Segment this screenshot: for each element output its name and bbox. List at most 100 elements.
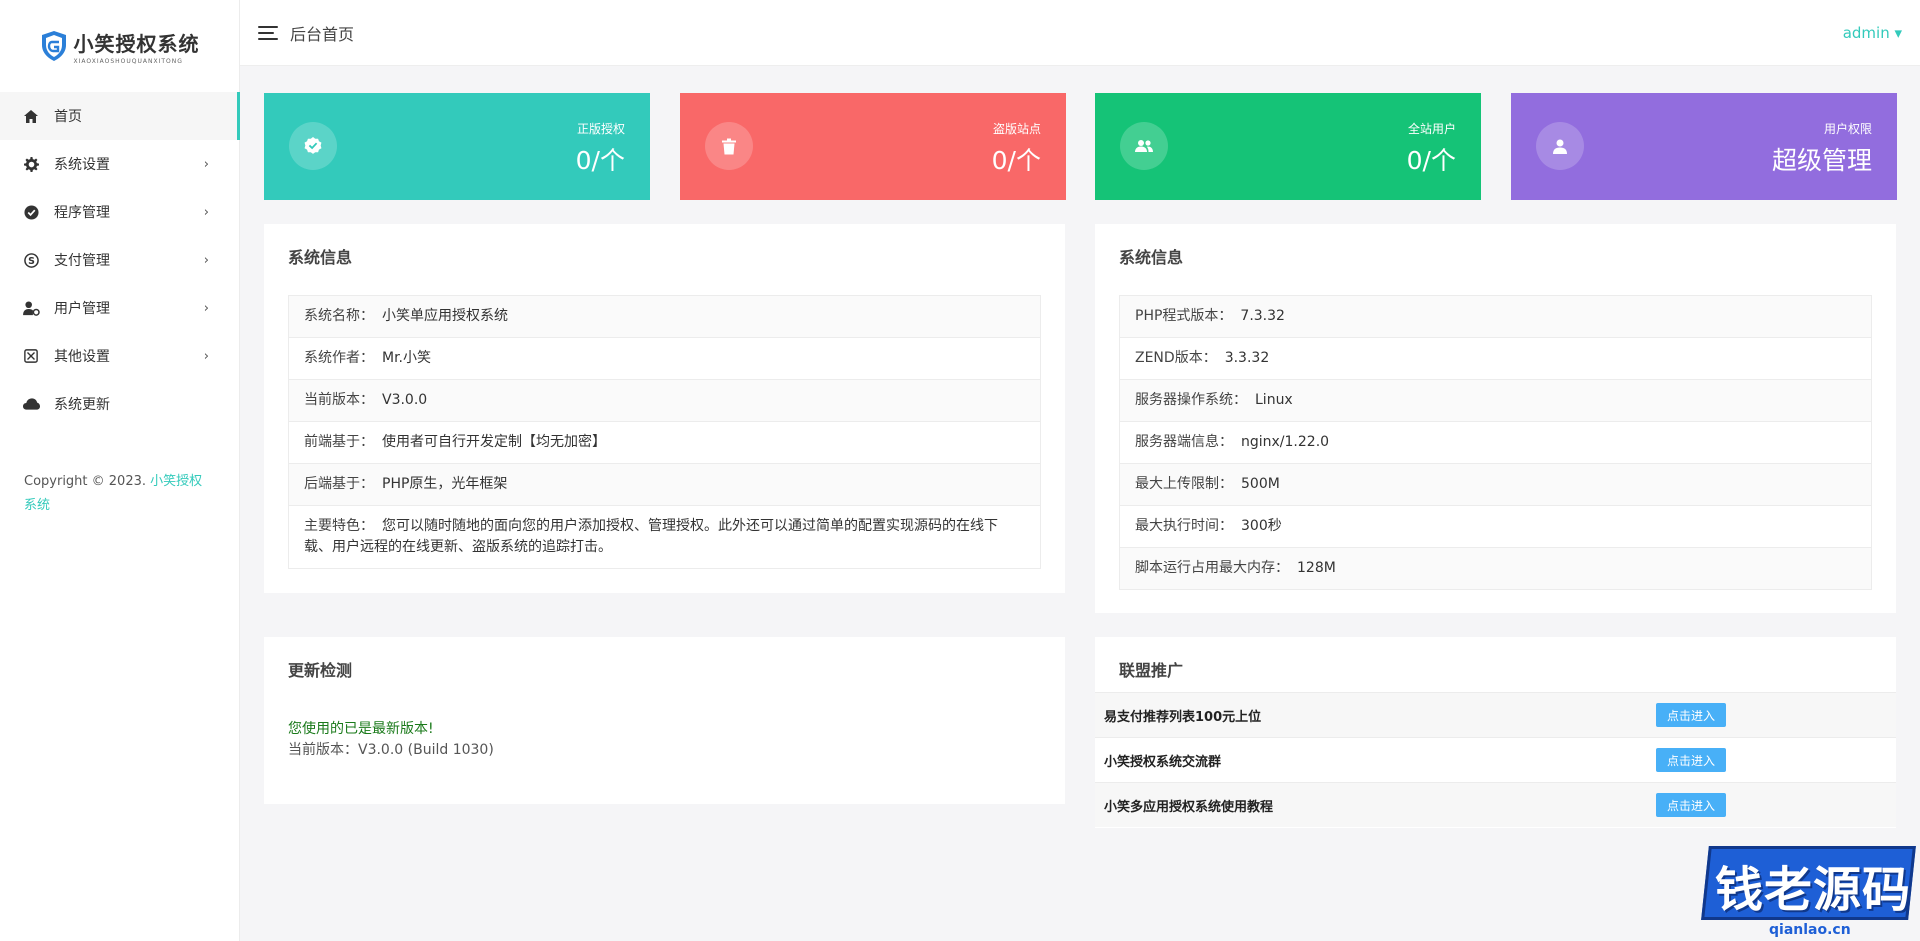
current-version-text: 当前版本：V3.0.0 (Build 1030)	[288, 742, 494, 758]
table-row: 前端基于： 使用者可自行开发定制【均无加密】	[289, 422, 1040, 464]
logo-subtitle: XIAOXIAOSHOUQUANXITONG	[73, 57, 183, 65]
panel-title: 更新检测	[288, 661, 353, 680]
server-info-panel: 系统信息 PHP程式版本： 7.3.32 ZEND版本： 3.3.32 服务器操作系…	[1095, 224, 1896, 613]
table-row: 系统名称： 小笑单应用授权系统	[289, 296, 1040, 338]
row-key: 前端基于：	[304, 434, 374, 450]
sidebar-nav: 首页 系统设置 › 程序管理 › S 支付管理 › 用户管理 › 其他设置 › …	[0, 92, 240, 428]
stat-value: 超级管理	[1771, 146, 1872, 175]
system-info-panel: 系统信息 系统名称： 小笑单应用授权系统 系统作者： Mr.小笑 当前版本： V3.0…	[264, 224, 1065, 593]
panel-title: 联盟推广	[1119, 661, 1184, 680]
sidebar-item-program-management[interactable]: 程序管理 ›	[0, 188, 239, 236]
table-row: 脚本运行占用最大内存： 128M	[1120, 548, 1871, 589]
home-icon	[22, 107, 40, 125]
table-row: 服务器端信息： nginx/1.22.0	[1120, 422, 1871, 464]
user-gear-icon	[22, 299, 40, 317]
users-icon	[1120, 122, 1168, 170]
stat-value: 0/个	[991, 146, 1041, 175]
row-value: 小笑单应用授权系统	[382, 308, 508, 324]
check-badge-icon	[289, 122, 337, 170]
sidebar-item-user-management[interactable]: 用户管理 ›	[0, 284, 239, 332]
stat-card-user-permission: 用户权限 超级管理	[1511, 93, 1897, 200]
chevron-right-icon: ›	[203, 204, 209, 220]
panel-title: 系统信息	[288, 248, 353, 267]
sidebar-item-home[interactable]: 首页	[0, 92, 240, 140]
sidebar-item-label: 用户管理	[54, 301, 110, 317]
top-header: 后台首页 admin ▾	[240, 0, 1920, 66]
table-row: 系统作者： Mr.小笑	[289, 338, 1040, 380]
page-title: 后台首页	[290, 24, 355, 44]
stat-label: 全站用户	[1407, 122, 1456, 136]
row-value: 500M	[1241, 476, 1280, 492]
row-key: 服务器端信息：	[1135, 434, 1233, 450]
row-key: 系统作者：	[304, 350, 374, 366]
logo[interactable]: 小笑授权系统 XIAOXIAOSHOUQUANXITONG	[0, 0, 239, 92]
table-row: PHP程式版本： 7.3.32	[1120, 296, 1871, 338]
enter-button[interactable]: 点击进入	[1656, 703, 1726, 727]
menu-toggle-icon[interactable]	[258, 25, 278, 40]
row-key: 当前版本：	[304, 392, 374, 408]
row-value: 3.3.32	[1224, 350, 1270, 366]
stat-value: 0/个	[1406, 146, 1456, 175]
alliance-promo-panel: 联盟推广 易支付推荐列表100元上位 点击进入 小笑授权系统交流群 点击进入 小…	[1095, 637, 1896, 828]
sidebar-item-payment-management[interactable]: S 支付管理 ›	[0, 236, 239, 284]
svg-text:S: S	[28, 255, 35, 266]
row-value: 128M	[1297, 560, 1336, 576]
table-row: 最大上传限制： 500M	[1120, 464, 1871, 506]
chevron-right-icon: ›	[203, 156, 209, 172]
watermark-text: 钱老源码	[1715, 862, 1912, 918]
row-key: 系统名称：	[304, 308, 374, 324]
update-status: 您使用的已是最新版本! 当前版本：V3.0.0 (Build 1030)	[288, 719, 494, 761]
promo-title: 易支付推荐列表100元上位	[1104, 709, 1262, 725]
system-info-table: 系统名称： 小笑单应用授权系统 系统作者： Mr.小笑 当前版本： V3.0.0 前端…	[288, 295, 1041, 569]
user-menu-dropdown[interactable]: admin ▾	[1843, 24, 1902, 42]
sidebar-item-label: 其他设置	[54, 349, 110, 365]
list-item: 易支付推荐列表100元上位 点击进入	[1095, 692, 1896, 737]
enter-button[interactable]: 点击进入	[1656, 748, 1726, 772]
chevron-right-icon: ›	[203, 348, 209, 364]
shield-logo-icon	[41, 31, 66, 61]
row-value: 7.3.32	[1240, 308, 1285, 324]
user-icon	[1536, 122, 1584, 170]
trash-icon	[705, 122, 753, 170]
copyright-text: Copyright © 2023.	[24, 474, 147, 489]
stat-label: 用户权限	[1823, 122, 1872, 136]
cross-box-icon	[22, 347, 40, 365]
row-key: ZEND版本：	[1135, 350, 1217, 366]
list-item: 小笑多应用授权系统使用教程 点击进入	[1095, 782, 1896, 827]
row-key: PHP程式版本：	[1135, 308, 1233, 324]
watermark-domain: qianlao.cn	[1769, 922, 1851, 938]
watermark-logo: 钱老源码 qianlao.cn	[1697, 836, 1920, 941]
sidebar-item-other-settings[interactable]: 其他设置 ›	[0, 332, 239, 380]
row-key: 服务器操作系统：	[1135, 392, 1247, 408]
stat-card-all-users: 全站用户 0/个	[1095, 93, 1481, 200]
row-value: nginx/1.22.0	[1241, 434, 1330, 450]
chevron-right-icon: ›	[203, 252, 209, 268]
stat-card-pirated-sites: 盗版站点 0/个	[680, 93, 1066, 200]
stat-card-licensed: 正版授权 0/个	[264, 93, 650, 200]
row-value: 使用者可自行开发定制【均无加密】	[382, 434, 606, 450]
table-row: 服务器操作系统： Linux	[1120, 380, 1871, 422]
badge-check-icon	[22, 203, 40, 221]
stat-label: 正版授权	[576, 122, 625, 136]
enter-button[interactable]: 点击进入	[1656, 793, 1726, 817]
sidebar-item-system-settings[interactable]: 系统设置 ›	[0, 140, 239, 188]
panel-title: 系统信息	[1119, 248, 1184, 267]
sidebar-item-system-update[interactable]: 系统更新	[0, 380, 239, 428]
table-row: 主要特色： 您可以随时随地的面向您的用户添加授权、管理授权。此外还可以通过简单的配…	[289, 506, 1040, 568]
gear-icon	[22, 155, 40, 173]
row-key: 脚本运行占用最大内存：	[1135, 560, 1289, 576]
promo-title: 小笑授权系统交流群	[1104, 754, 1222, 770]
server-info-table: PHP程式版本： 7.3.32 ZEND版本： 3.3.32 服务器操作系统： Lin…	[1119, 295, 1872, 590]
update-status-text: 您使用的已是最新版本!	[288, 721, 434, 737]
row-value: PHP原生，光年框架	[382, 476, 508, 492]
list-item: 小笑授权系统交流群 点击进入	[1095, 737, 1896, 782]
row-key: 后端基于：	[304, 476, 374, 492]
chevron-right-icon: ›	[203, 300, 209, 316]
row-value: Linux	[1255, 392, 1293, 408]
table-row: 最大执行时间： 300秒	[1120, 506, 1871, 548]
row-key: 最大上传限制：	[1135, 476, 1233, 492]
row-value: V3.0.0	[382, 392, 428, 408]
cloud-icon	[22, 395, 40, 413]
sidebar-item-label: 程序管理	[54, 205, 110, 221]
stat-label: 盗版站点	[992, 122, 1041, 136]
